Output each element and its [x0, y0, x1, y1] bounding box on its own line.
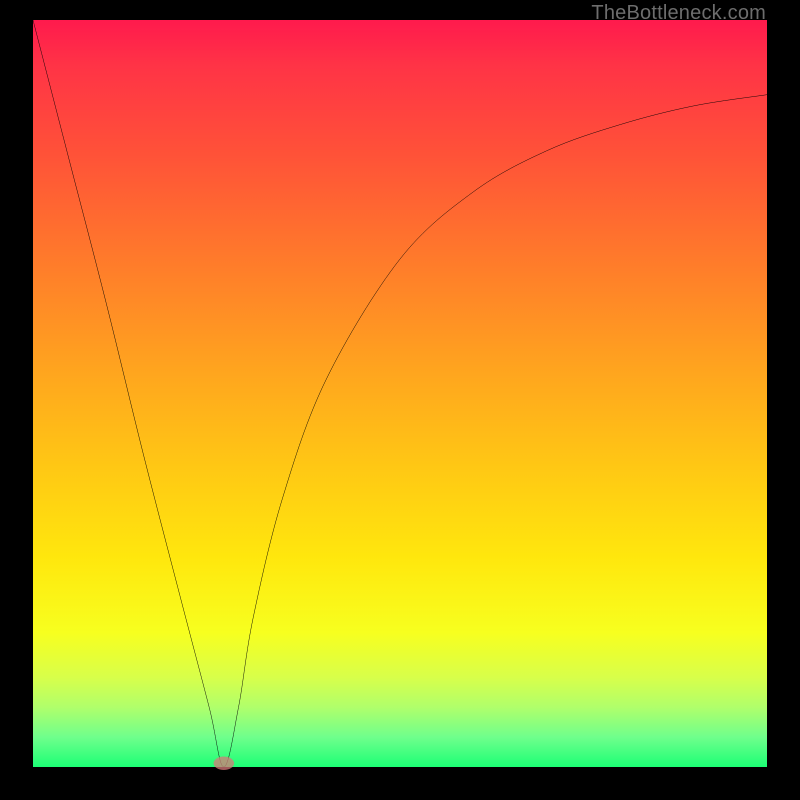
curve-path — [33, 20, 767, 767]
plot-area — [33, 20, 767, 767]
chart-frame: TheBottleneck.com — [0, 0, 800, 800]
min-marker — [214, 757, 235, 770]
bottleneck-curve — [33, 20, 767, 767]
